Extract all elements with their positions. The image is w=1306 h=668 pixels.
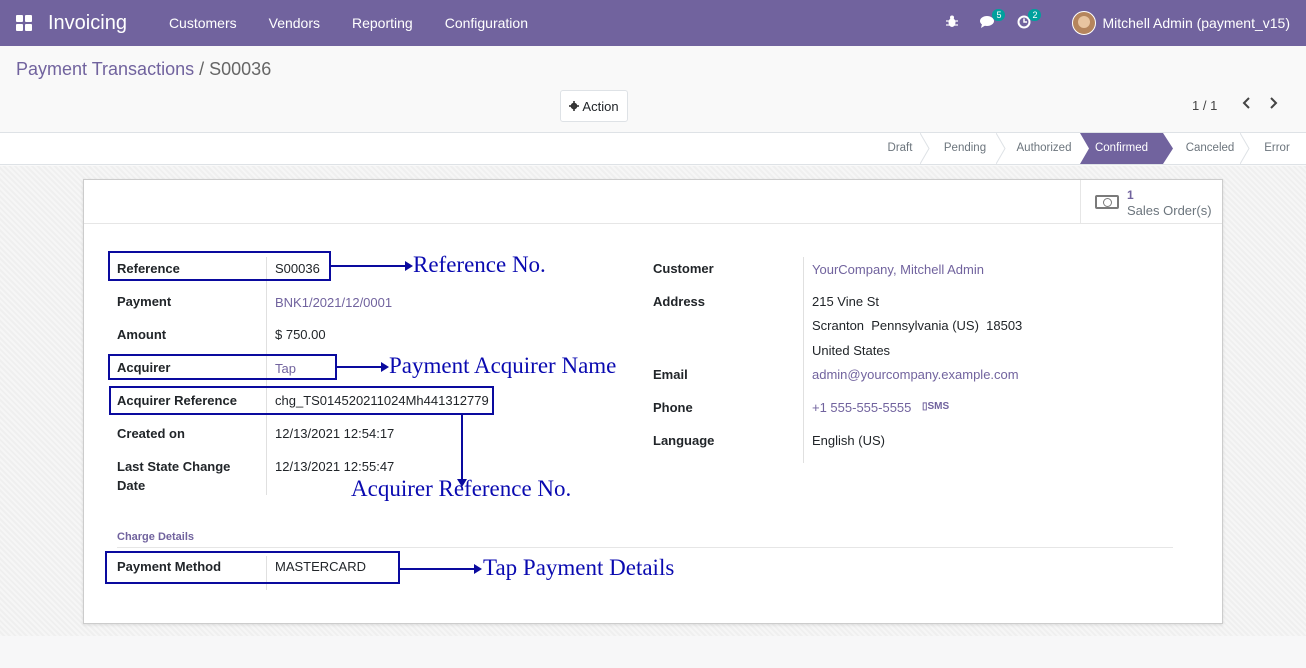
amount-value: $ 750.00 [275,327,326,342]
stage-separator [996,133,1006,164]
breadcrumb-current: S00036 [209,59,272,79]
bug-icon[interactable] [937,15,967,31]
address-line2: Scranton Pennsylvania (US) 18503 [812,318,1023,333]
address-label: Address [653,294,706,309]
menu-vendors[interactable]: Vendors [269,15,320,31]
stage-pending[interactable]: Pending [932,133,998,164]
menu-customers[interactable]: Customers [169,15,237,31]
tap-details-annotation: Tap Payment Details [483,555,675,580]
created-on-label: Created on [117,426,185,441]
smart-button-label: Sales Order(s) [1127,203,1212,218]
address-line3: United States [812,343,891,358]
menu-reporting[interactable]: Reporting [352,15,413,31]
status-bar: Draft Pending Authorized Confirmed Cance… [0,132,1306,165]
money-icon [1095,195,1119,209]
stage-separator [920,133,930,164]
pager-value[interactable]: 1 / 1 [1192,98,1217,113]
last-state-change-label-date: Date [117,478,146,493]
pager-previous-icon[interactable] [1242,96,1252,114]
button-box: 1 Sales Order(s) [84,180,1222,224]
stage-authorized[interactable]: Authorized [1008,133,1080,164]
customer-link[interactable]: YourCompany, Mitchell Admin [812,262,984,277]
app-name[interactable]: Invoicing [48,12,127,35]
acquirer-arrow [337,362,389,372]
top-navbar: Invoicing Customers Vendors Reporting Co… [0,0,1306,46]
reference-highlight-box [108,251,331,281]
charge-details-separator [117,547,1173,548]
acquirer-reference-annotation: Acquirer Reference No. [351,476,572,501]
charge-details-title: Charge Details [117,531,195,543]
stage-separator [1240,133,1250,164]
payment-label: Payment [117,294,172,309]
right-group-divider [803,257,804,463]
gear-icon [569,101,580,111]
payment-method-highlight-box [105,551,400,584]
phone-label: Phone [653,400,693,415]
activity-clock-icon[interactable]: 2 [1009,8,1042,32]
stage-canceled[interactable]: Canceled [1175,133,1245,164]
payment-method-arrow [400,564,482,574]
action-button[interactable]: Action [560,90,628,122]
pager-next-icon[interactable] [1268,96,1278,114]
language-value: English (US) [812,433,885,448]
user-avatar[interactable] [1072,11,1097,35]
chat-count-badge: 5 [992,9,1006,21]
last-state-change-value: 12/13/2021 12:55:47 [275,459,395,474]
sms-label: SMS [927,401,950,412]
reference-annotation: Reference No. [413,252,546,277]
chat-icon[interactable]: 5 [973,9,1006,31]
payment-link[interactable]: BNK1/2021/12/0001 [275,295,392,310]
menu-configuration[interactable]: Configuration [445,15,528,31]
acquirer-annotation: Payment Acquirer Name [389,353,617,378]
breadcrumb-parent[interactable]: Payment Transactions [16,59,194,79]
stage-error[interactable]: Error [1254,133,1300,164]
breadcrumb-separator: / [199,59,205,79]
breadcrumb: Payment Transactions / S00036 [16,59,271,80]
user-menu[interactable]: Mitchell Admin (payment_v15) [1102,15,1290,31]
sales-orders-smart-button[interactable]: 1 Sales Order(s) [1080,180,1222,224]
action-button-label: Action [582,98,619,114]
smart-button-value: 1 [1127,188,1134,202]
apps-menu-icon[interactable] [16,15,32,31]
stage-separator [1080,133,1089,164]
email-label: Email [653,367,688,382]
stage-draft[interactable]: Draft [875,133,925,164]
amount-label: Amount [117,327,167,342]
language-label: Language [653,433,715,448]
activity-count-badge: 2 [1028,8,1042,21]
created-on-value: 12/13/2021 12:54:17 [275,426,395,441]
page-footer-area [0,636,1306,668]
acquirer-highlight-box [108,354,337,380]
sms-button[interactable]: ▯SMS [922,401,949,412]
customer-label: Customer [653,261,714,276]
address-line1: 215 Vine St [812,294,879,309]
reference-arrow [331,261,413,271]
acquirer-reference-highlight-box [109,386,494,415]
last-state-change-label: Last State Change [117,459,231,474]
phone-link[interactable]: +1 555-555-5555 [812,400,911,415]
acquirer-reference-arrow [457,415,467,487]
email-link[interactable]: admin@yourcompany.example.com [812,367,1019,382]
stage-confirmed[interactable]: Confirmed [1080,133,1163,164]
stage-separator [1163,133,1173,164]
